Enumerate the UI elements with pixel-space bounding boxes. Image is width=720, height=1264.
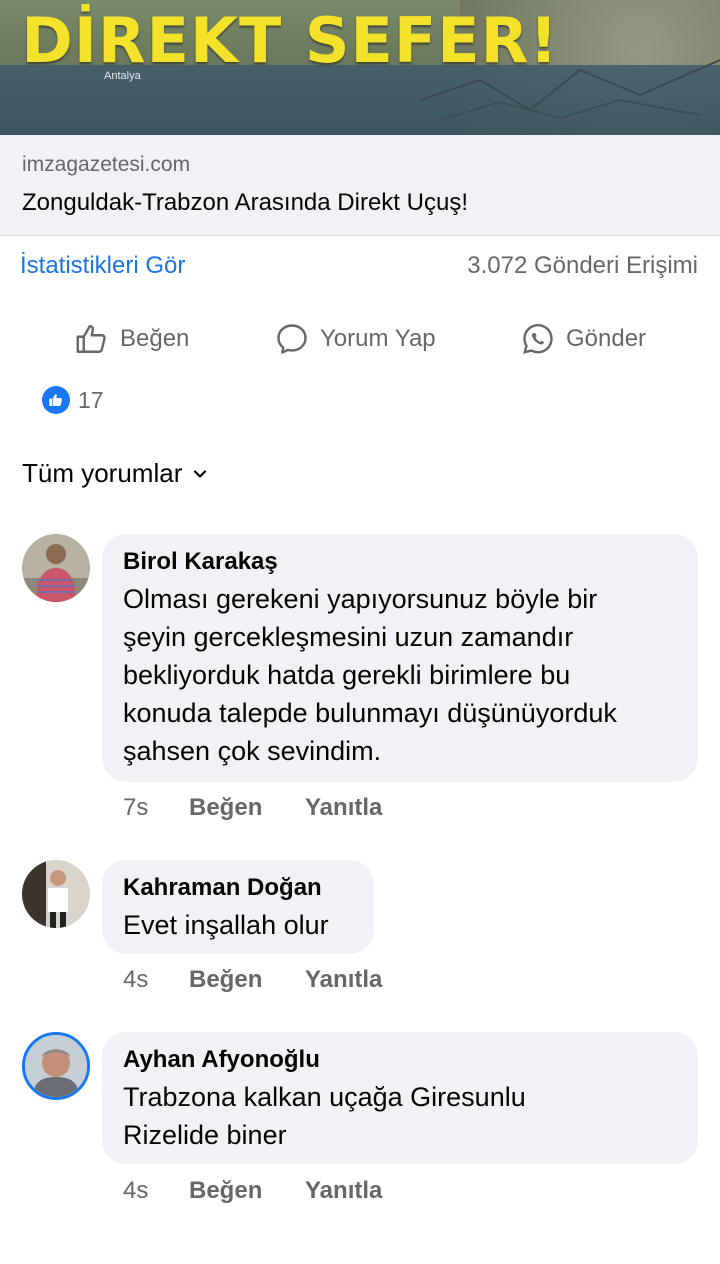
comment-label: Yorum Yap <box>320 325 436 352</box>
post-reach: 3.072 Gönderi Erişimi <box>467 252 698 279</box>
comment-time[interactable]: 7s <box>123 794 189 822</box>
comment-author[interactable]: Birol Karakaş <box>123 544 678 580</box>
post-action-bar: Beğen Yorum Yap Gönder <box>0 315 720 363</box>
comment-text-line: şeyin gercekleşmesini uzun zamandır <box>123 622 574 652</box>
reaction-count: 17 <box>78 386 104 413</box>
link-preview-meta[interactable]: imzagazetesi.com Zonguldak-Trabzon Arası… <box>0 135 720 236</box>
link-preview-image[interactable]: DİREKT SEFER! Antalya <box>0 0 720 135</box>
comment-bubble[interactable]: Ayhan Afyonoğlu Trabzona kalkan uçağa Gi… <box>102 1032 698 1164</box>
comment-text-line: Trabzona kalkan uçağa Giresunlu <box>123 1082 526 1112</box>
comment-button[interactable]: Yorum Yap <box>274 315 436 363</box>
chevron-down-icon <box>194 469 207 478</box>
send-label: Gönder <box>566 325 647 352</box>
like-label: Beğen <box>120 325 190 352</box>
comment-time[interactable]: 4s <box>123 966 189 994</box>
link-title: Zonguldak-Trabzon Arasında Direkt Uçuş! <box>22 189 468 216</box>
avatar[interactable] <box>22 534 90 602</box>
comment-reply-button[interactable]: Yanıtla <box>305 794 382 822</box>
comment-text-line: şahsen çok sevindim. <box>123 736 382 766</box>
comment-text-line: Olması gerekeni yapıyorsunuz böyle bir <box>123 584 598 614</box>
view-insights-link[interactable]: İstatistikleri Gör <box>20 252 185 280</box>
thumbs-up-icon <box>76 325 106 353</box>
map-place-label: Antalya <box>104 70 141 82</box>
comment-reply-button[interactable]: Yanıtla <box>305 966 382 994</box>
comment-meta: 4s Beğen Yanıtla <box>123 966 382 994</box>
comment-time[interactable]: 4s <box>123 1177 189 1205</box>
comment-text-line: Evet inşallah olur <box>123 910 329 940</box>
comment-like-button[interactable]: Beğen <box>189 1177 305 1205</box>
link-domain: imzagazetesi.com <box>22 153 191 176</box>
send-button[interactable]: Gönder <box>520 315 646 363</box>
avatar[interactable] <box>22 1032 90 1100</box>
reaction-summary[interactable]: 17 <box>42 386 104 414</box>
comment-bubble[interactable]: Birol Karakaş Olması gerekeni yapıyorsun… <box>102 534 698 782</box>
comment-text-line: konuda talepde bulunmayı düşünüyorduk <box>123 698 617 728</box>
comment-author[interactable]: Ayhan Afyonoğlu <box>123 1042 678 1078</box>
image-headline: DİREKT SEFER! <box>21 4 559 77</box>
like-reaction-icon <box>42 386 70 414</box>
comment-text-line: Rizelide biner <box>123 1120 287 1150</box>
comment-bubble-icon <box>277 324 307 354</box>
comments-filter-dropdown[interactable]: Tüm yorumlar <box>22 458 208 489</box>
comment-text-line: bekliyorduk hatda gerekli birimlere bu <box>123 660 571 690</box>
like-button[interactable]: Beğen <box>74 315 189 363</box>
comment-bubble[interactable]: Kahraman Doğan Evet inşallah olur <box>102 860 374 954</box>
comment-meta: 7s Beğen Yanıtla <box>123 794 382 822</box>
comment-author[interactable]: Kahraman Doğan <box>123 870 354 906</box>
comment-meta: 4s Beğen Yanıtla <box>123 1177 382 1205</box>
comment-reply-button[interactable]: Yanıtla <box>305 1177 382 1205</box>
whatsapp-icon <box>523 323 553 354</box>
comments-filter-label: Tüm yorumlar <box>22 458 183 488</box>
comment-like-button[interactable]: Beğen <box>189 794 305 822</box>
avatar[interactable] <box>22 860 90 928</box>
comment-like-button[interactable]: Beğen <box>189 966 305 994</box>
